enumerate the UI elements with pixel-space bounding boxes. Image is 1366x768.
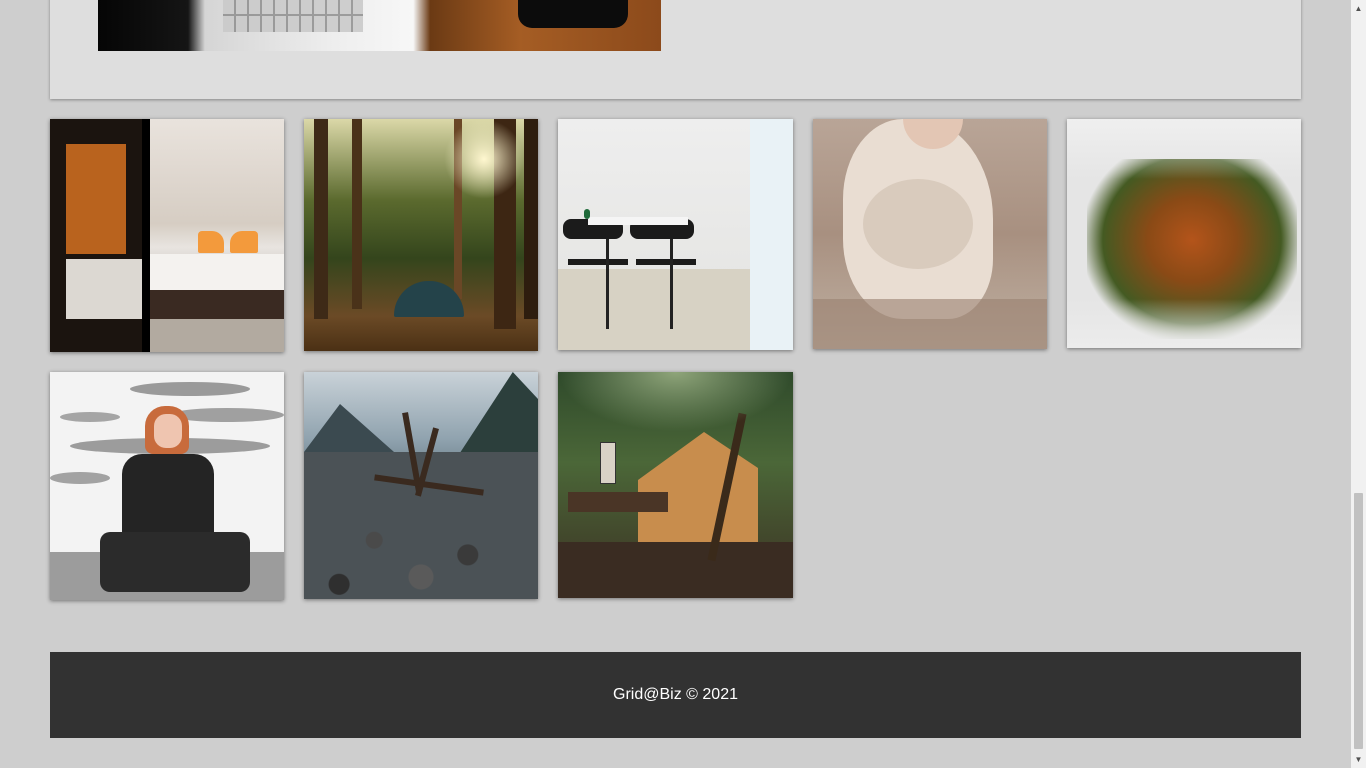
phone-shape: [518, 0, 628, 28]
gallery-image-old-house[interactable]: [558, 372, 793, 598]
scroll-down-arrow-icon[interactable]: ▼: [1351, 751, 1366, 768]
gallery-image-autumn-aerial[interactable]: [1067, 119, 1301, 348]
scroll-up-arrow-icon[interactable]: ▲: [1351, 0, 1366, 17]
page-footer: Grid@Biz © 2021: [50, 652, 1301, 738]
featured-panel: [50, 0, 1301, 99]
scrollbar-thumb[interactable]: [1354, 493, 1363, 749]
page: Grid@Biz © 2021: [0, 0, 1351, 768]
featured-image[interactable]: [98, 0, 661, 51]
gallery-image-chairs[interactable]: [558, 119, 793, 350]
laptop-keyboard: [223, 0, 363, 32]
gallery-image-lake-driftwood[interactable]: [304, 372, 538, 599]
gallery-image-forest-tent[interactable]: [304, 119, 538, 351]
vertical-scrollbar[interactable]: ▲ ▼: [1351, 0, 1366, 768]
gallery-image-woman-steps[interactable]: [50, 372, 284, 600]
gallery-image-bedroom[interactable]: [50, 119, 284, 352]
footer-copyright: Grid@Biz © 2021: [613, 686, 738, 703]
gallery-image-clay-figure[interactable]: [813, 119, 1047, 349]
